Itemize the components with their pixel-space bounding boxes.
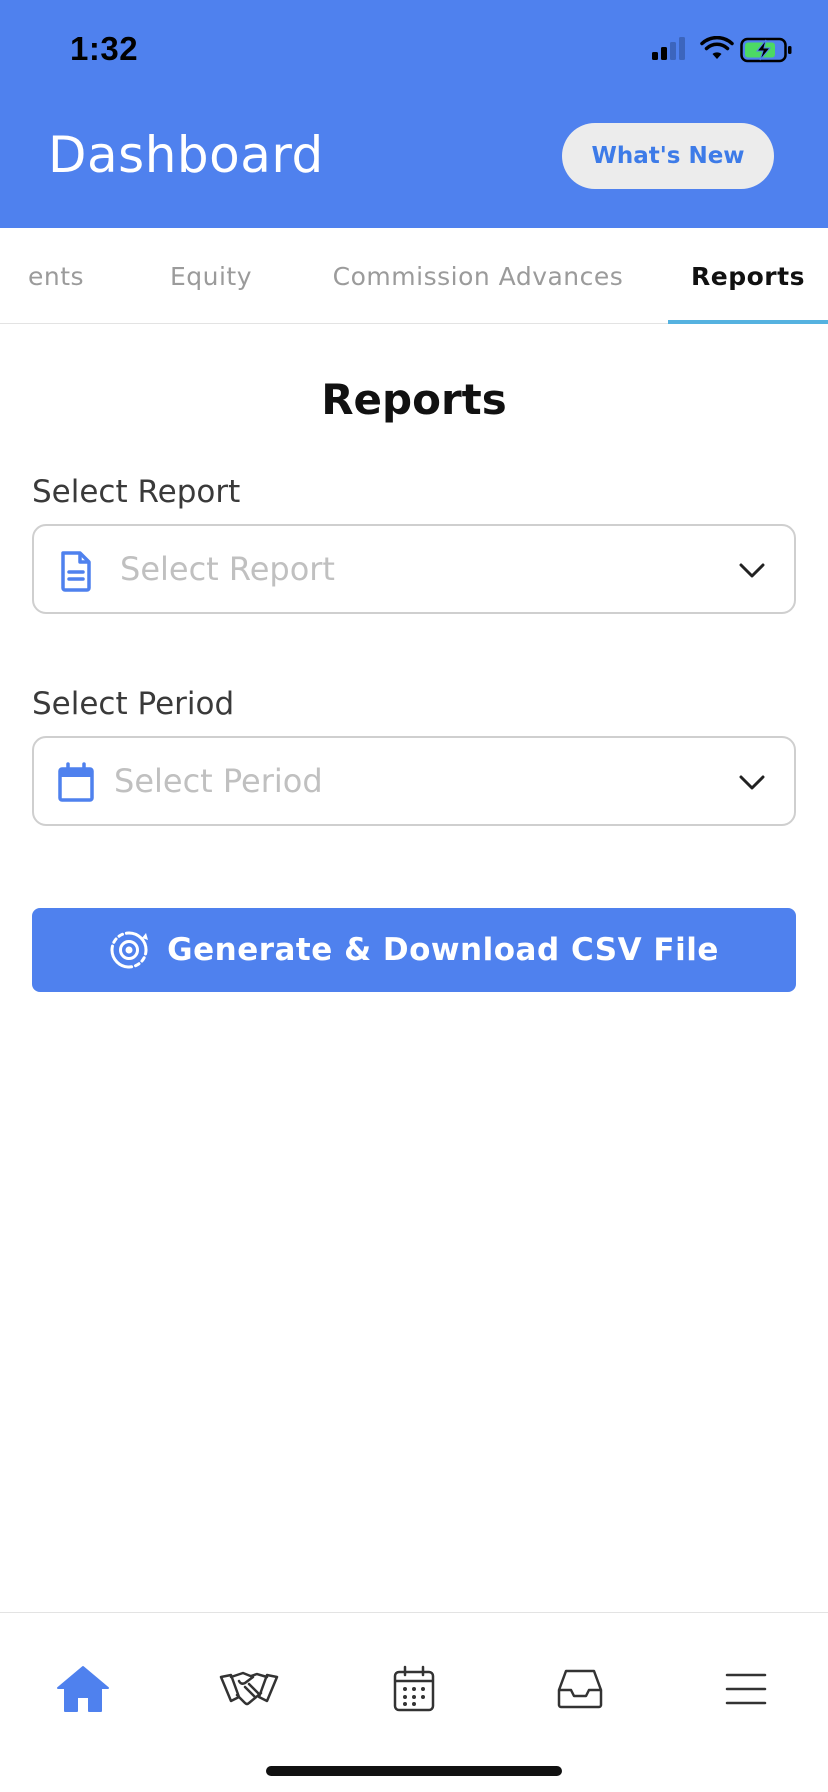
tab-equity[interactable]: Equity <box>152 228 270 324</box>
nav-menu[interactable] <box>701 1649 791 1729</box>
active-tab-indicator <box>668 320 828 324</box>
period-select[interactable]: Select Period <box>32 736 796 826</box>
tab-commission-advances[interactable]: Commission Advances <box>330 228 626 324</box>
report-select-placeholder: Select Report <box>120 550 335 588</box>
nav-calendar[interactable] <box>369 1649 459 1729</box>
handshake-icon <box>219 1671 279 1706</box>
bottom-nav <box>0 1612 828 1792</box>
chevron-down-icon <box>739 563 765 578</box>
nav-home[interactable] <box>38 1649 128 1729</box>
tab-bar: ents Equity Commission Advances Reports <box>0 228 828 324</box>
document-icon <box>61 551 91 592</box>
calendar-icon <box>393 1665 435 1712</box>
status-icons <box>612 36 792 66</box>
whats-new-button[interactable]: What's New <box>562 123 774 189</box>
generate-download-csv-button[interactable]: Generate & Download CSV File <box>32 908 796 992</box>
nav-deals[interactable] <box>204 1649 294 1729</box>
cellular-signal-icon <box>652 37 685 60</box>
report-select[interactable]: Select Report <box>32 524 796 614</box>
calendar-icon <box>58 762 94 802</box>
battery-charging-icon <box>740 37 792 63</box>
section-title: Reports <box>321 375 507 424</box>
app-header: 1:32 Dashboard What's New <box>0 0 828 228</box>
generate-button-label: Generate & Download CSV File <box>167 932 719 968</box>
refresh-gear-icon <box>110 931 149 969</box>
period-field-label: Select Period <box>32 686 235 722</box>
report-field-label: Select Report <box>32 474 241 510</box>
chevron-down-icon <box>739 775 765 790</box>
inbox-icon <box>557 1669 603 1709</box>
page-title: Dashboard <box>48 126 324 184</box>
home-indicator <box>266 1766 562 1776</box>
home-icon <box>57 1666 109 1712</box>
menu-icon <box>725 1673 767 1705</box>
tab-reports[interactable]: Reports <box>668 228 828 324</box>
period-select-placeholder: Select Period <box>114 762 323 800</box>
status-time: 1:32 <box>70 30 139 67</box>
tab-partial[interactable]: ents <box>0 228 108 324</box>
wifi-icon <box>700 36 734 59</box>
nav-inbox[interactable] <box>535 1649 625 1729</box>
